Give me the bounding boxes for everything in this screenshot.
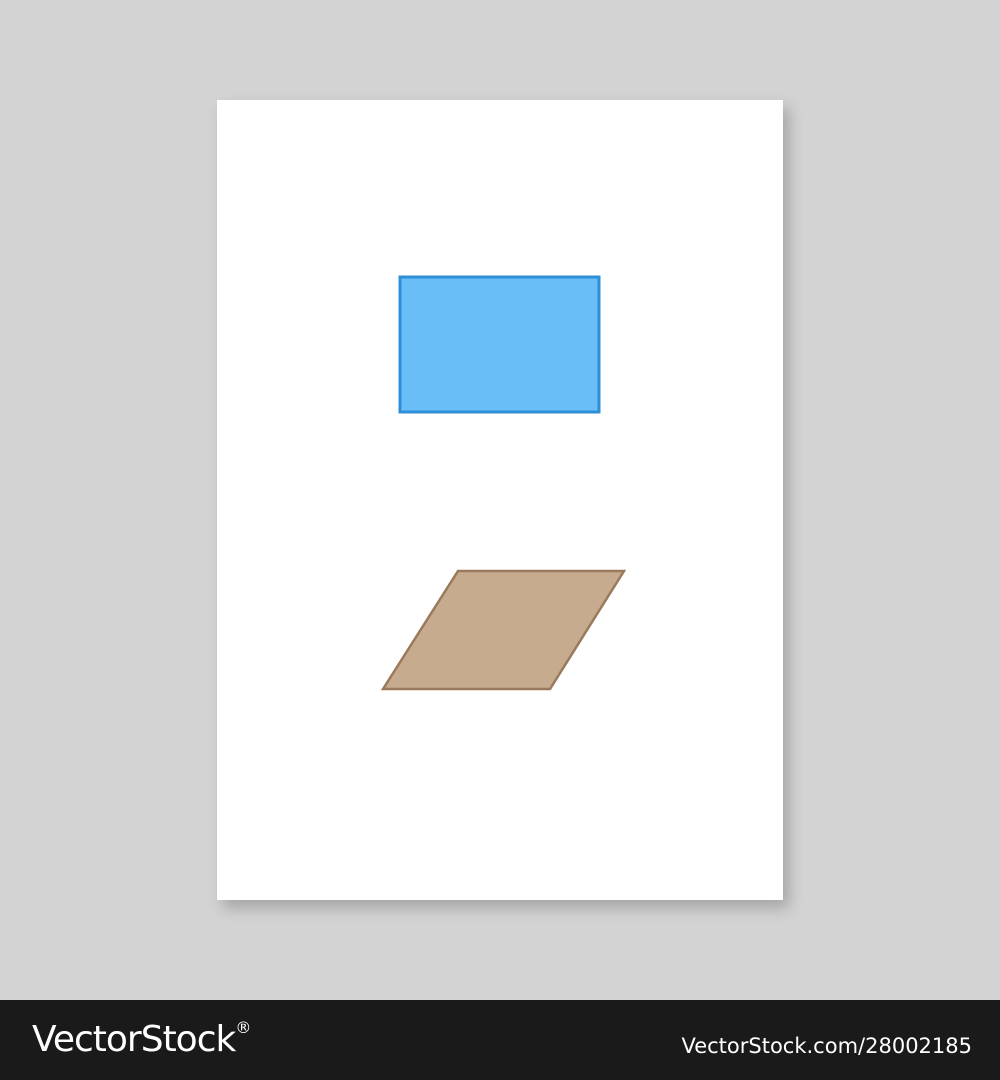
tan-parallelogram — [380, 569, 627, 691]
watermark-footer: VectorStock® VectorStock.com/28002185 — [0, 1000, 1000, 1080]
blue-rectangle — [398, 275, 601, 414]
shapes-drawing — [380, 275, 627, 691]
brand-name: VectorStock — [32, 1019, 236, 1060]
paper-sheet — [217, 100, 783, 900]
image-canvas — [0, 0, 1000, 1000]
vectorstock-logo: VectorStock® — [32, 1018, 251, 1062]
registered-mark: ® — [235, 1018, 251, 1037]
stock-image-id: VectorStock.com/28002185 — [681, 1034, 972, 1058]
